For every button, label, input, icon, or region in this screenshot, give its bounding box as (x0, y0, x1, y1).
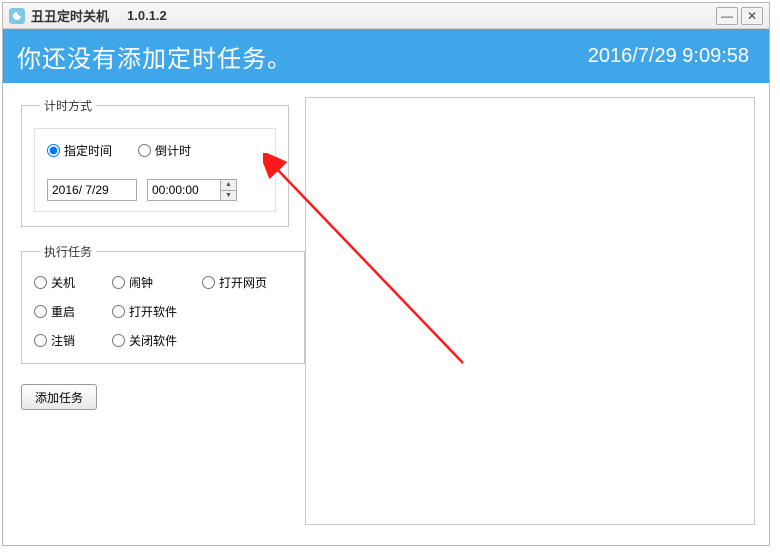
left-column: 计时方式 指定时间 倒计时 2016/ 7 (21, 97, 289, 525)
time-value: 00:00:00 (148, 183, 220, 197)
task-group: 执行任务 关机 闹钟 打开网页 (21, 243, 305, 364)
task-list-panel (305, 97, 755, 525)
radio-shutdown-input[interactable] (34, 276, 47, 289)
app-title: 丑丑定时关机 (31, 6, 109, 25)
radio-specified-input[interactable] (47, 144, 60, 157)
radio-restart-input[interactable] (34, 305, 47, 318)
radio-logout-input[interactable] (34, 334, 47, 347)
radio-alarm[interactable]: 闹钟 (112, 274, 202, 291)
titlebar: 丑丑定时关机 1.0.1.2 — ✕ (3, 3, 769, 29)
app-version: 1.0.1.2 (127, 8, 167, 23)
timing-mode-legend: 计时方式 (40, 97, 96, 114)
app-icon (9, 8, 25, 24)
spinner-up-icon[interactable]: ▲ (221, 180, 236, 191)
time-spinner: ▲ ▼ (220, 180, 236, 200)
date-value: 2016/ 7/29 (52, 183, 109, 197)
timing-mode-group: 计时方式 指定时间 倒计时 2016/ 7 (21, 97, 289, 227)
notice-banner: 你还没有添加定时任务。 2016/7/29 9:09:58 (3, 29, 769, 83)
minimize-button[interactable]: — (716, 7, 738, 25)
radio-open-software-input[interactable] (112, 305, 125, 318)
radio-close-software-label: 关闭软件 (129, 332, 177, 349)
close-button[interactable]: ✕ (741, 7, 763, 25)
radio-open-software-label: 打开软件 (129, 303, 177, 320)
radio-restart[interactable]: 重启 (34, 303, 112, 320)
radio-open-webpage-input[interactable] (202, 276, 215, 289)
add-task-button[interactable]: 添加任务 (21, 384, 97, 410)
radio-specified-label: 指定时间 (64, 142, 112, 159)
radio-logout-label: 注销 (51, 332, 75, 349)
radio-open-webpage-label: 打开网页 (219, 274, 267, 291)
radio-countdown[interactable]: 倒计时 (138, 142, 191, 159)
spinner-down-icon[interactable]: ▼ (221, 191, 236, 201)
radio-alarm-input[interactable] (112, 276, 125, 289)
radio-specified-time[interactable]: 指定时间 (47, 142, 112, 159)
radio-countdown-label: 倒计时 (155, 142, 191, 159)
radio-open-software[interactable]: 打开软件 (112, 303, 202, 320)
banner-message: 你还没有添加定时任务。 (17, 39, 292, 74)
radio-shutdown-label: 关机 (51, 274, 75, 291)
timing-inner: 指定时间 倒计时 2016/ 7/29 00:00:00 (34, 128, 276, 212)
date-input[interactable]: 2016/ 7/29 (47, 179, 137, 201)
radio-logout[interactable]: 注销 (34, 332, 112, 349)
body-area: 计时方式 指定时间 倒计时 2016/ 7 (3, 83, 769, 525)
radio-close-software[interactable]: 关闭软件 (112, 332, 202, 349)
radio-alarm-label: 闹钟 (129, 274, 153, 291)
banner-datetime: 2016/7/29 9:09:58 (588, 45, 749, 68)
radio-shutdown[interactable]: 关机 (34, 274, 112, 291)
task-legend: 执行任务 (40, 243, 96, 260)
app-window: 丑丑定时关机 1.0.1.2 — ✕ 你还没有添加定时任务。 2016/7/29… (2, 2, 770, 546)
time-input[interactable]: 00:00:00 ▲ ▼ (147, 179, 237, 201)
radio-restart-label: 重启 (51, 303, 75, 320)
radio-open-webpage[interactable]: 打开网页 (202, 274, 292, 291)
radio-countdown-input[interactable] (138, 144, 151, 157)
radio-close-software-input[interactable] (112, 334, 125, 347)
